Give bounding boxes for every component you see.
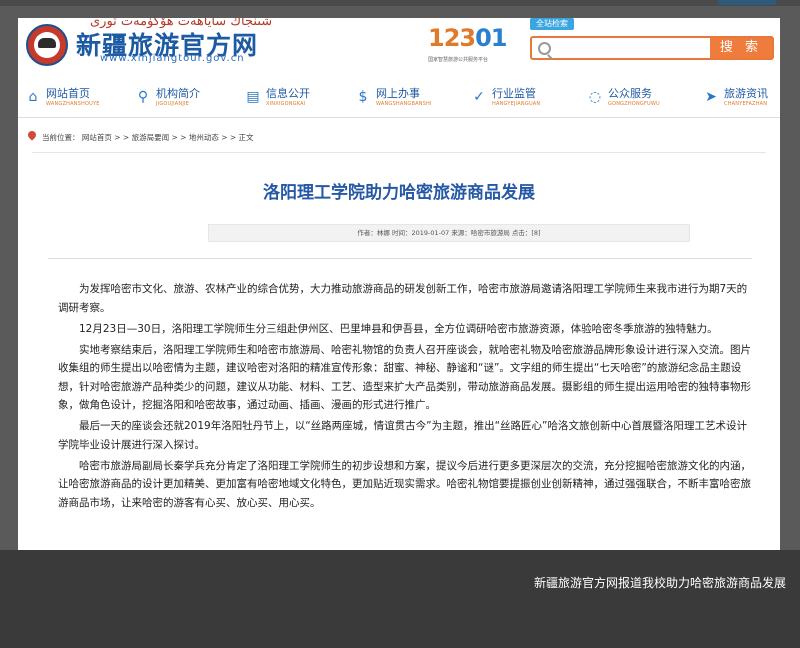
- search-icon: [538, 42, 551, 55]
- image-caption: 新疆旅游官方网报道我校助力哈密旅游商品发展: [533, 576, 786, 590]
- search-box: 搜 索: [530, 36, 774, 60]
- article-paragraph: 为发挥哈密市文化、旅游、农林产业的综合优势，大力推动旅游商品的研发创新工作，哈密…: [58, 283, 748, 314]
- nav-pinyin: JIGOUJIANJIE: [156, 101, 190, 107]
- site-header: شىنجاڭ ساياھەت ھۆكۈمەت تورى 新疆旅游官方网 www.…: [18, 18, 780, 74]
- webpage-screenshot: شىنجاڭ ساياھەت ھۆكۈمەت تورى 新疆旅游官方网 www.…: [18, 18, 780, 558]
- nav-label: 网站首页: [46, 87, 90, 100]
- shield-check-icon: ✓: [473, 89, 485, 105]
- nav-label: 公众服务: [608, 87, 652, 100]
- hotline-number: 12301: [428, 24, 508, 52]
- nav-pinyin: WANGSHANGBANSHI: [376, 101, 432, 107]
- nav-pinyin: CHANYEFAZHAN: [724, 101, 768, 107]
- nav-pinyin: GONGZHONGFUWU: [608, 101, 660, 107]
- location-pin-icon: [26, 129, 38, 141]
- camel-icon: [38, 38, 56, 48]
- nav-pinyin: XINXIGONGKAI: [266, 101, 306, 107]
- chat-bubble-icon: ◌: [588, 89, 602, 105]
- logo-emblem-icon[interactable]: [26, 24, 68, 66]
- nav-pinyin: WANGZHANSHOUYE: [46, 101, 100, 107]
- caption-bar: 新疆旅游官方网报道我校助力哈密旅游商品发展: [0, 550, 800, 648]
- article-paragraph: 哈密市旅游局副局长秦学兵充分肯定了洛阳理工学院师生的初步设想和方案，提议今后进行…: [58, 459, 751, 509]
- article-meta: 作者：林娜 时间：2019-01-07 来源：哈密市旅游局 点击：[8]: [208, 224, 690, 242]
- top-strip: [0, 0, 800, 6]
- nav-label: 网上办事: [376, 87, 420, 100]
- search-button[interactable]: 搜 索: [710, 38, 772, 58]
- nav-label: 机构简介: [156, 87, 200, 100]
- article-paragraph: 最后一天的座谈会还就2019年洛阳牡丹节上，以“丝路两座城，情谊贯古今”为主题，…: [58, 420, 747, 451]
- main-nav: ⌂ 网站首页 WANGZHANSHOUYE ⚲ 机构简介 JIGOUJIANJI…: [18, 78, 780, 118]
- hotline-logo[interactable]: 12301 国家智慧旅游公共服务平台: [428, 24, 518, 68]
- currency-icon: $: [358, 89, 368, 105]
- send-icon: ➤: [705, 89, 717, 105]
- location-pin-icon: ⚲: [137, 89, 149, 105]
- nav-label: 信息公开: [266, 87, 310, 100]
- hotline-caption: 国家智慧旅游公共服务平台: [428, 57, 489, 63]
- nav-pinyin: HANGYEJIANGUAN: [492, 101, 541, 107]
- logo-url: www.xinjiangtour.gov.cn: [100, 53, 245, 64]
- article-paragraph: 12月23日—30日，洛阳理工学院师生分三组赴伊州区、巴里坤县和伊吾县，全方位调…: [79, 322, 718, 335]
- nav-label: 旅游资讯: [724, 87, 768, 100]
- article-paragraph: 实地考察结束后，洛阳理工学院师生和哈密市旅游局、哈密礼物馆的负责人召开座谈会，就…: [58, 343, 751, 412]
- breadcrumb-text[interactable]: 当前位置： 网站首页 > > 旅游局要闻 > > 地州动态 > > 正文: [42, 132, 254, 143]
- article-title: 洛阳理工学院助力哈密旅游商品发展: [263, 183, 535, 203]
- home-icon: ⌂: [28, 89, 38, 105]
- article-body: 为发挥哈密市文化、旅游、农林产业的综合优势，大力推动旅游商品的研发创新工作，哈密…: [58, 280, 752, 515]
- document-icon: ▤: [246, 89, 260, 105]
- breadcrumb: 当前位置： 网站首页 > > 旅游局要闻 > > 地州动态 > > 正文: [18, 126, 780, 152]
- nav-label: 行业监管: [492, 87, 536, 100]
- divider: [32, 152, 766, 153]
- search-input[interactable]: [558, 40, 708, 56]
- top-tab[interactable]: [718, 0, 776, 5]
- divider: [48, 258, 752, 259]
- search-tab[interactable]: 全站检索: [530, 18, 574, 30]
